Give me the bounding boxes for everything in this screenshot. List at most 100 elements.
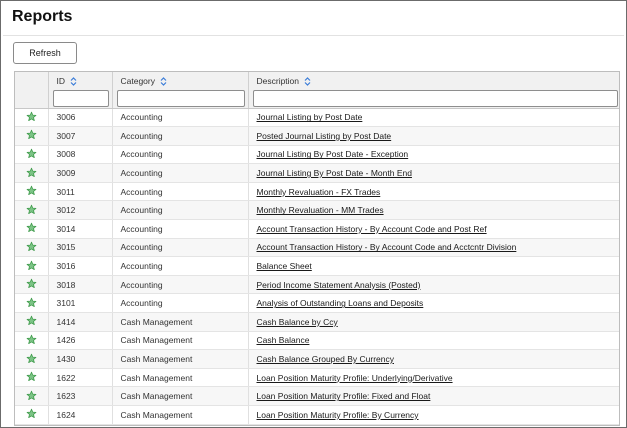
report-link[interactable]: Cash Balance by Ccy bbox=[257, 317, 338, 327]
report-link[interactable]: Loan Position Maturity Profile: Fixed an… bbox=[257, 391, 431, 401]
report-category: Accounting bbox=[112, 145, 249, 165]
sort-description-button[interactable]: Description bbox=[253, 75, 619, 87]
report-category: Cash Management bbox=[112, 368, 249, 388]
favorite-cell bbox=[15, 368, 49, 388]
table-row: 1426 Cash Management Cash Balance bbox=[15, 331, 619, 351]
star-icon[interactable] bbox=[26, 353, 37, 366]
sort-icon[interactable] bbox=[70, 76, 77, 86]
column-label-category: Category bbox=[120, 76, 156, 86]
report-category: Accounting bbox=[112, 238, 249, 258]
star-icon[interactable] bbox=[26, 185, 37, 198]
report-link[interactable]: Monthly Revaluation - MM Trades bbox=[257, 205, 384, 215]
sort-category-button[interactable]: Category bbox=[117, 75, 245, 87]
table-row: 3006 Accounting Journal Listing by Post Da… bbox=[15, 108, 619, 128]
column-header-description: Description bbox=[248, 72, 619, 109]
favorite-cell bbox=[15, 386, 49, 406]
star-icon[interactable] bbox=[26, 241, 37, 254]
table-row: 1622 Cash Management Loan Position Maturit… bbox=[15, 368, 619, 388]
report-link[interactable]: Journal Listing by Post Date bbox=[257, 112, 363, 122]
report-link[interactable]: Account Transaction History - By Account… bbox=[257, 224, 487, 234]
sort-id-button[interactable]: ID bbox=[53, 75, 109, 87]
star-icon[interactable] bbox=[26, 315, 37, 328]
report-link[interactable]: Balance Sheet bbox=[257, 261, 312, 271]
report-category: Accounting bbox=[112, 200, 249, 221]
star-icon[interactable] bbox=[26, 204, 37, 217]
report-id: 3007 bbox=[48, 126, 113, 146]
favorite-cell bbox=[15, 349, 49, 369]
report-link[interactable]: Loan Position Maturity Profile: Underlyi… bbox=[257, 373, 453, 383]
report-link[interactable]: Analysis of Outstanding Loans and Deposi… bbox=[257, 298, 424, 308]
report-id: 3018 bbox=[48, 275, 113, 295]
star-icon[interactable] bbox=[26, 278, 37, 291]
favorite-cell bbox=[15, 405, 49, 425]
report-id: 1426 bbox=[48, 331, 113, 351]
report-category: Accounting bbox=[112, 275, 249, 295]
report-description-cell: Period Income Statement Analysis (Posted… bbox=[248, 275, 619, 295]
favorite-cell bbox=[15, 108, 49, 128]
report-link[interactable]: Cash Balance Grouped By Currency bbox=[257, 354, 395, 364]
report-description-cell: Posted Journal Listing by Post Date bbox=[248, 126, 619, 146]
star-icon[interactable] bbox=[26, 390, 37, 403]
report-description-cell: Analysis of Outstanding Loans and Deposi… bbox=[248, 293, 619, 314]
star-icon[interactable] bbox=[26, 334, 37, 347]
reports-panel: Reports Refresh ID Category Description … bbox=[0, 0, 627, 428]
report-category: Accounting bbox=[112, 293, 249, 314]
report-link[interactable]: Period Income Statement Analysis (Posted… bbox=[257, 280, 421, 290]
favorite-cell bbox=[15, 200, 49, 221]
star-icon[interactable] bbox=[26, 260, 37, 273]
table-row: 3015 Accounting Account Transaction Histor… bbox=[15, 238, 619, 258]
favorite-cell bbox=[15, 293, 49, 314]
table-row: 3016 Accounting Balance Sheet bbox=[15, 256, 619, 276]
report-category: Accounting bbox=[112, 108, 249, 128]
star-icon[interactable] bbox=[26, 371, 37, 384]
table-row: 3009 Accounting Journal Listing By Post Da… bbox=[15, 163, 619, 183]
table-row: 3018 Accounting Period Income Statement An… bbox=[15, 275, 619, 295]
report-link[interactable]: Account Transaction History - By Account… bbox=[257, 242, 517, 252]
favorite-column-header bbox=[15, 72, 49, 109]
star-icon[interactable] bbox=[26, 222, 37, 235]
report-category: Cash Management bbox=[112, 312, 249, 332]
report-description-cell: Account Transaction History - By Account… bbox=[248, 219, 619, 239]
report-description-cell: Journal Listing By Post Date - Exception bbox=[248, 145, 619, 165]
description-filter-input[interactable] bbox=[252, 90, 618, 107]
report-id: 3015 bbox=[48, 238, 113, 258]
report-link[interactable]: Monthly Revaluation - FX Trades bbox=[257, 187, 381, 197]
report-id: 3008 bbox=[48, 145, 113, 165]
report-id: 1623 bbox=[48, 386, 113, 406]
report-id: 3006 bbox=[48, 108, 113, 128]
report-link[interactable]: Cash Balance bbox=[257, 335, 310, 345]
favorite-cell bbox=[15, 238, 49, 258]
report-id: 3016 bbox=[48, 256, 113, 276]
column-header-category: Category bbox=[112, 72, 249, 109]
table-row: 1414 Cash Management Cash Balance by Ccy bbox=[15, 312, 619, 332]
star-icon[interactable] bbox=[26, 297, 37, 310]
favorite-cell bbox=[15, 219, 49, 239]
report-description-cell: Cash Balance by Ccy bbox=[248, 312, 619, 332]
sort-icon[interactable] bbox=[160, 76, 167, 86]
refresh-button[interactable]: Refresh bbox=[13, 42, 77, 64]
table-row: 3012 Accounting Monthly Revaluation - MM T… bbox=[15, 200, 619, 221]
star-icon[interactable] bbox=[26, 167, 37, 180]
report-description-cell: Loan Position Maturity Profile: Fixed an… bbox=[248, 386, 619, 406]
column-label-description: Description bbox=[256, 76, 300, 86]
report-category: Cash Management bbox=[112, 331, 249, 351]
report-link[interactable]: Loan Position Maturity Profile: By Curre… bbox=[257, 410, 419, 420]
favorite-cell bbox=[15, 163, 49, 183]
report-link[interactable]: Journal Listing By Post Date - Exception bbox=[257, 149, 409, 159]
star-icon[interactable] bbox=[26, 408, 37, 421]
star-icon[interactable] bbox=[26, 129, 37, 142]
star-icon[interactable] bbox=[26, 111, 37, 124]
table-row: 3014 Accounting Account Transaction Histor… bbox=[15, 219, 619, 239]
report-id: 3101 bbox=[48, 293, 113, 314]
report-link[interactable]: Posted Journal Listing by Post Date bbox=[257, 131, 392, 141]
report-category: Cash Management bbox=[112, 405, 249, 425]
star-icon[interactable] bbox=[26, 148, 37, 161]
report-id: 1624 bbox=[48, 405, 113, 425]
sort-icon[interactable] bbox=[304, 76, 311, 86]
title-divider bbox=[3, 35, 624, 36]
id-filter-input[interactable] bbox=[52, 90, 109, 107]
category-filter-input[interactable] bbox=[116, 90, 245, 107]
favorite-cell bbox=[15, 275, 49, 295]
favorite-cell bbox=[15, 126, 49, 146]
report-link[interactable]: Journal Listing By Post Date - Month End bbox=[257, 168, 412, 178]
